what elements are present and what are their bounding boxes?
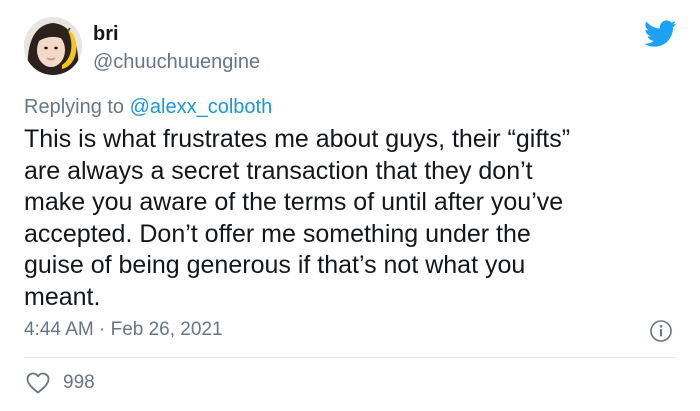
tweet-text-line: meant. [24, 282, 101, 311]
reply-context: Replying to @alexx_colboth [24, 95, 272, 119]
avatar[interactable] [24, 17, 82, 75]
tweet-text-line: are always a secret transaction that the… [24, 156, 533, 185]
tweet-text-line: This is what frustrates me about guys, t… [24, 125, 571, 153]
tweet-card: bri @chuuchuuengine Replying to @alexx_c… [0, 0, 700, 411]
heart-icon[interactable] [26, 372, 50, 394]
reply-prefix: Replying to [24, 96, 125, 118]
author-display-name[interactable]: bri [93, 22, 119, 46]
reply-mention-link[interactable]: @alexx_colboth [130, 96, 273, 118]
twitter-bird-icon[interactable] [644, 20, 677, 48]
like-count: 998 [63, 372, 95, 393]
author-handle[interactable]: @chuuchuuengine [93, 50, 260, 74]
divider [24, 357, 677, 358]
tweet-timestamp[interactable]: 4:44 AM · Feb 26, 2021 [24, 318, 223, 342]
tweet-text: This is what frustrates me about guys, t… [24, 124, 684, 313]
info-icon[interactable] [649, 319, 673, 343]
tweet-text-line: accepted. Don’t offer me something under… [24, 219, 531, 248]
tweet-text-line: guise of being generous if that’s not wh… [24, 251, 526, 279]
tweet-text-line: make you aware of the terms of until aft… [24, 188, 564, 216]
